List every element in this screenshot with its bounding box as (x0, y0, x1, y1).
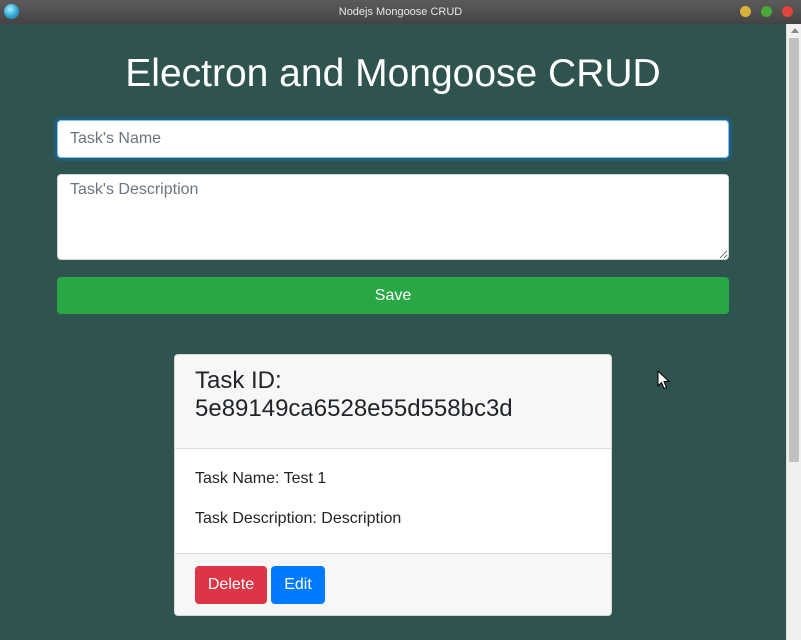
task-card-body: Task Name: Test 1 Task Description: Desc… (175, 449, 611, 554)
app-icon (4, 4, 19, 19)
task-description-text: Task Description: Description (195, 510, 402, 527)
task-id-label: Task ID: (195, 367, 282, 394)
window-title: Nodejs Mongoose CRUD (338, 6, 463, 18)
window-titlebar: Nodejs Mongoose CRUD (0, 0, 801, 24)
task-name-input[interactable] (57, 120, 729, 158)
window-controls (740, 6, 793, 17)
save-button[interactable]: Save (57, 277, 729, 314)
mouse-pointer-icon (657, 370, 671, 390)
page-title: Electron and Mongoose CRUD (125, 52, 661, 95)
vertical-scrollbar[interactable] (786, 24, 801, 640)
task-card-header: Task ID: 5e89149ca6528e55d558bc3d (175, 355, 611, 449)
edit-button[interactable]: Edit (271, 566, 325, 604)
minimize-button[interactable] (740, 6, 751, 17)
task-card-footer: Delete Edit (175, 554, 611, 615)
close-button[interactable] (782, 6, 793, 17)
maximize-button[interactable] (761, 6, 772, 17)
delete-button[interactable]: Delete (195, 566, 267, 604)
scrollbar-thumb[interactable] (789, 38, 799, 462)
task-description-input[interactable] (57, 174, 729, 260)
task-card: Task ID: 5e89149ca6528e55d558bc3d Task N… (174, 354, 612, 616)
task-id-value: 5e89149ca6528e55d558bc3d (195, 395, 513, 422)
task-name-text: Task Name: Test 1 (195, 470, 327, 487)
main-content: Electron and Mongoose CRUD Save Task ID:… (0, 24, 786, 640)
scroll-up-icon[interactable] (791, 28, 799, 33)
